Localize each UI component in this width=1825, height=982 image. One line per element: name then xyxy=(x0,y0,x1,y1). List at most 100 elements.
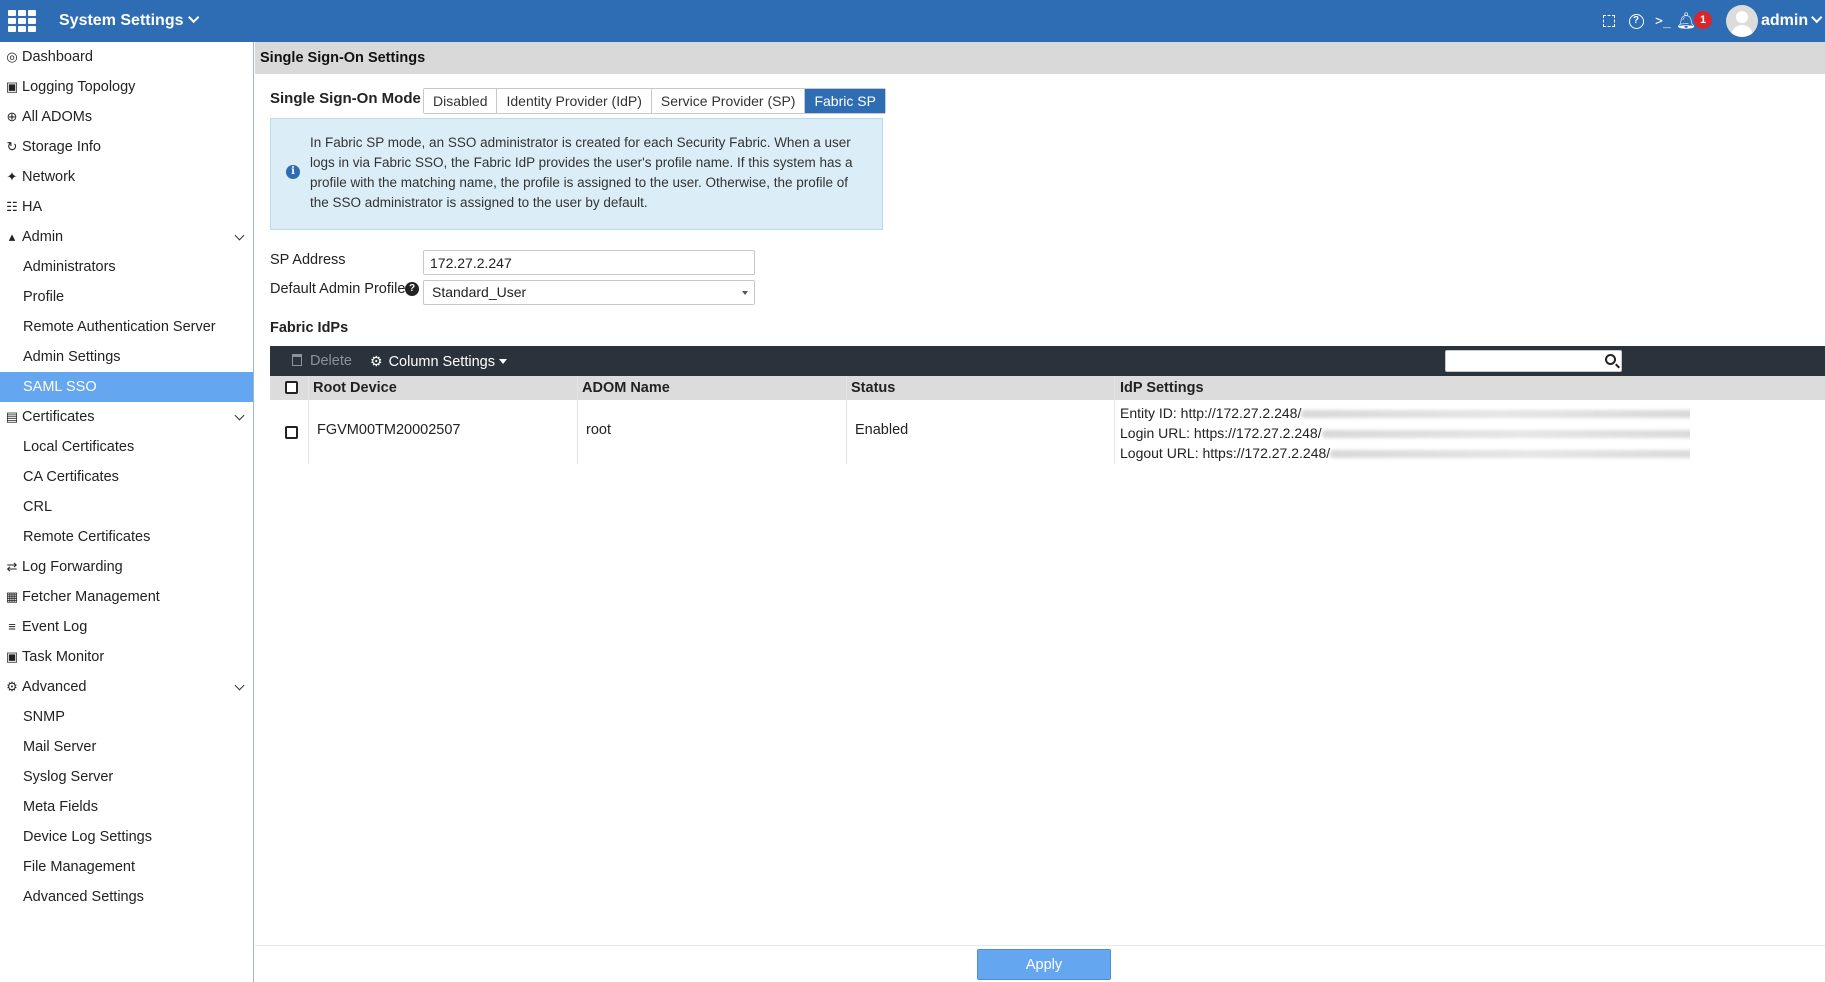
sidebar-item-label: HA xyxy=(22,199,43,215)
mode-sp-button[interactable]: Service Provider (SP) xyxy=(651,89,806,113)
sp-address-input[interactable] xyxy=(423,250,755,275)
sidebar-item-advanced[interactable]: ⚙ Advanced xyxy=(0,672,253,702)
default-admin-profile-select[interactable]: Standard_User xyxy=(423,280,755,305)
sidebar-item-label: Fetcher Management xyxy=(22,589,160,605)
login-url-text: Login URL: https://172.27.2.248/ xyxy=(1120,425,1322,441)
sidebar-item-network[interactable]: ✦ Network xyxy=(0,162,253,192)
column-root-device[interactable]: Root Device xyxy=(313,376,397,400)
chevron-down-icon[interactable] xyxy=(234,230,245,241)
sidebar-item-crl[interactable]: CRL xyxy=(0,492,253,522)
sidebar-item-saml-sso[interactable]: SAML SSO xyxy=(0,372,253,402)
sidebar-item-label: Task Monitor xyxy=(22,649,105,665)
chevron-down-icon[interactable] xyxy=(234,410,245,421)
sidebar-item-mail-server[interactable]: Mail Server xyxy=(0,732,253,762)
sidebar-item-event-log[interactable]: ≡ Event Log xyxy=(0,612,253,642)
sidebar-item-profile[interactable]: Profile xyxy=(0,282,253,312)
sidebar-item-remote-certificates[interactable]: Remote Certificates xyxy=(0,522,253,552)
storage-icon: ↻ xyxy=(6,139,18,154)
sidebar-item-administrators[interactable]: Administrators xyxy=(0,252,253,282)
sidebar-item-ha[interactable]: ☷ HA xyxy=(0,192,253,222)
sidebar-item-device-log-settings[interactable]: Device Log Settings xyxy=(0,822,253,852)
ha-icon: ☷ xyxy=(6,199,18,214)
bell-icon[interactable]: 🔔︎ xyxy=(1676,10,1696,32)
select-all-checkbox[interactable] xyxy=(285,381,298,394)
sidebar-item-admin[interactable]: ▴ Admin xyxy=(0,222,253,252)
sidebar-item-snmp[interactable]: SNMP xyxy=(0,702,253,732)
cell-idp-settings: Entity ID: http://172.27.2.248/ Login UR… xyxy=(1120,403,1690,463)
info-text: In Fabric SP mode, an SSO administrator … xyxy=(310,135,853,210)
sidebar-item-label: Dashboard xyxy=(22,49,93,65)
info-icon: i xyxy=(286,165,300,179)
sidebar-item-label: CA Certificates xyxy=(23,469,119,485)
advanced-icon: ⚙ xyxy=(6,679,18,694)
chevron-down-icon[interactable] xyxy=(234,680,245,691)
question-mark-icon[interactable]: ? xyxy=(405,282,419,296)
sidebar-item-logging-topology[interactable]: ▣ Logging Topology xyxy=(0,72,253,102)
sidebar-item-label: SAML SSO xyxy=(23,379,97,395)
sidebar-item-label: Certificates xyxy=(22,409,95,425)
sidebar-item-log-forwarding[interactable]: ⇄ Log Forwarding xyxy=(0,552,253,582)
notification-badge[interactable]: 1 xyxy=(1694,11,1712,29)
sidebar-item-advanced-settings[interactable]: Advanced Settings xyxy=(0,882,253,912)
sidebar: ◎ Dashboard ▣ Logging Topology ⊕ All ADOMs ↻ St… xyxy=(0,42,254,982)
table-search-input[interactable] xyxy=(1445,350,1622,372)
info-message: i In Fabric SP mode, an SSO administrato… xyxy=(270,118,883,230)
sidebar-item-storage-info[interactable]: ↻ Storage Info xyxy=(0,132,253,162)
sidebar-item-admin-settings[interactable]: Admin Settings xyxy=(0,342,253,372)
search-icon[interactable] xyxy=(1605,354,1616,365)
logout-url-text: Logout URL: https://172.27.2.248/ xyxy=(1120,445,1331,461)
column-status[interactable]: Status xyxy=(851,376,895,400)
network-icon: ✦ xyxy=(6,169,18,184)
avatar-icon[interactable] xyxy=(1726,5,1758,37)
topology-icon: ▣ xyxy=(5,79,19,94)
sidebar-item-file-management[interactable]: File Management xyxy=(0,852,253,882)
expand-icon[interactable] xyxy=(1600,10,1618,32)
help-icon[interactable]: ? xyxy=(1627,10,1645,32)
sidebar-item-certificates[interactable]: ▤ Certificates xyxy=(0,402,253,432)
sidebar-item-label: Storage Info xyxy=(22,139,101,155)
table-row[interactable]: FGVM00TM20002507 root Enabled Entity ID:… xyxy=(270,400,1825,464)
sidebar-item-syslog-server[interactable]: Syslog Server xyxy=(0,762,253,792)
footer-divider xyxy=(255,945,1825,946)
sidebar-item-label: Admin Settings xyxy=(23,349,121,365)
sidebar-item-local-certificates[interactable]: Local Certificates xyxy=(0,432,253,462)
cell-adom-name: root xyxy=(586,422,611,438)
sidebar-item-label: Advanced xyxy=(22,679,87,695)
table-toolbar: Delete ⚙︎ Column Settings xyxy=(270,346,1825,376)
sidebar-item-dashboard[interactable]: ◎ Dashboard xyxy=(0,42,253,72)
sidebar-item-all-adoms[interactable]: ⊕ All ADOMs xyxy=(0,102,253,132)
sidebar-item-label: Logging Topology xyxy=(22,79,136,95)
top-bar: System Settings ? >_ 🔔︎ 1 admin xyxy=(0,0,1825,42)
sidebar-item-label: Administrators xyxy=(23,259,116,275)
column-idp-settings[interactable]: IdP Settings xyxy=(1120,376,1204,400)
sidebar-item-label: Device Log Settings xyxy=(23,829,152,845)
caret-down-icon xyxy=(498,359,507,364)
app-title-dropdown[interactable]: System Settings xyxy=(59,11,200,30)
sidebar-item-remote-authentication-server[interactable]: Remote Authentication Server xyxy=(0,312,253,342)
column-settings-button[interactable]: ⚙︎ Column Settings xyxy=(370,346,507,376)
forwarding-icon: ⇄ xyxy=(6,559,18,574)
section-title: Single Sign-On Settings xyxy=(255,42,1825,74)
sidebar-item-task-monitor[interactable]: ▣ Task Monitor xyxy=(0,642,253,672)
gear-icon: ⚙︎ xyxy=(370,353,383,369)
sidebar-item-label: File Management xyxy=(23,859,136,875)
cli-console-icon[interactable]: >_ xyxy=(1652,10,1674,32)
row-checkbox[interactable] xyxy=(285,426,298,439)
mode-idp-button[interactable]: Identity Provider (IdP) xyxy=(497,89,652,113)
apply-button[interactable]: Apply xyxy=(977,949,1111,980)
grid-menu-icon[interactable] xyxy=(8,10,36,32)
sidebar-item-label: Profile xyxy=(23,289,65,305)
sidebar-item-ca-certificates[interactable]: CA Certificates xyxy=(0,462,253,492)
mode-fabric-sp-button[interactable]: Fabric SP xyxy=(805,89,885,113)
main-content: Single Sign-On Settings Single Sign-On M… xyxy=(255,42,1825,982)
delete-button[interactable]: Delete xyxy=(292,346,352,376)
redacted-text xyxy=(1330,450,1690,459)
sidebar-item-fetcher-management[interactable]: ▦ Fetcher Management xyxy=(0,582,253,612)
mode-disabled-button[interactable]: Disabled xyxy=(424,89,498,113)
redacted-text xyxy=(1301,410,1690,419)
sidebar-item-meta-fields[interactable]: Meta Fields xyxy=(0,792,253,822)
sso-mode-selector: Disabled Identity Provider (IdP) Service… xyxy=(423,88,886,114)
certificate-icon: ▤ xyxy=(5,409,19,424)
user-menu[interactable]: admin xyxy=(1761,11,1823,30)
column-adom-name[interactable]: ADOM Name xyxy=(582,376,670,400)
